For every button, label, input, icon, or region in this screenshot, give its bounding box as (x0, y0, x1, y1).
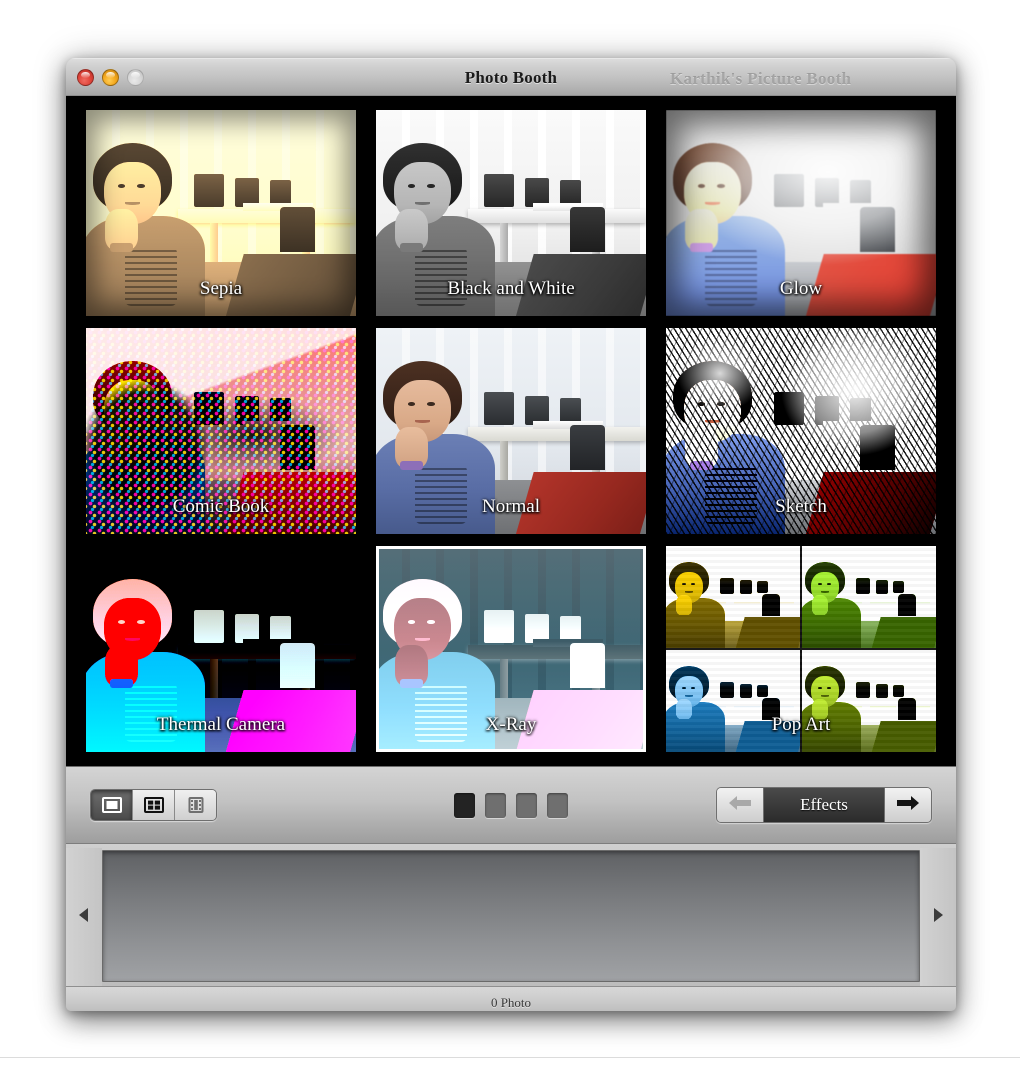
photo-count-label: 0 Photo (490, 994, 532, 1010)
effect-tile-black-and-white[interactable]: Black and White (376, 110, 646, 316)
photo-tray-container (66, 844, 956, 986)
page-dot-3[interactable] (516, 793, 537, 818)
bottom-toolbar: Effects (66, 766, 956, 844)
effect-tile-x-ray[interactable]: X-Ray (376, 546, 646, 752)
effect-tile-glow[interactable]: Glow (666, 110, 936, 316)
status-bar: 0 Photo (66, 986, 956, 1011)
page-bottom-strip (0, 1058, 1020, 1075)
window-titlebar[interactable]: Photo Booth Karthik's Picture Booth (66, 58, 956, 96)
effects-grid: Sepia Black and White Glow Comic Book No… (86, 110, 936, 752)
tray-scroll-right-button[interactable] (920, 848, 956, 986)
effect-tile-sketch[interactable]: Sketch (666, 328, 936, 534)
window-title: Photo Booth (464, 68, 558, 87)
effects-stage: Sepia Black and White Glow Comic Book No… (66, 96, 956, 766)
tray-scroll-left-button[interactable] (66, 848, 102, 986)
effect-tile-comic-book[interactable]: Comic Book (86, 328, 356, 534)
effects-previous-button[interactable] (717, 788, 763, 822)
triangle-left-icon (78, 907, 90, 928)
page-dot-4[interactable] (547, 793, 568, 818)
arrow-right-icon (895, 794, 921, 817)
triangle-right-icon (932, 907, 944, 928)
effect-tile-pop-art[interactable]: Pop Art (666, 546, 936, 752)
effects-next-button[interactable] (885, 788, 931, 822)
page-dot-1[interactable] (454, 793, 475, 818)
arrow-left-icon (727, 794, 753, 817)
effects-label: Effects (763, 788, 885, 822)
photo-tray[interactable] (102, 850, 920, 982)
photo-booth-page: Photo Booth Karthik's Picture Booth Sepi… (0, 0, 1020, 1075)
effect-tile-sepia[interactable]: Sepia (86, 110, 356, 316)
effect-tile-normal[interactable]: Normal (376, 328, 646, 534)
photo-booth-window: Photo Booth Karthik's Picture Booth Sepi… (66, 58, 956, 1011)
page-dot-2[interactable] (485, 793, 506, 818)
effects-navigator: Effects (716, 787, 932, 823)
effect-tile-thermal-camera[interactable]: Thermal Camera (86, 546, 356, 752)
